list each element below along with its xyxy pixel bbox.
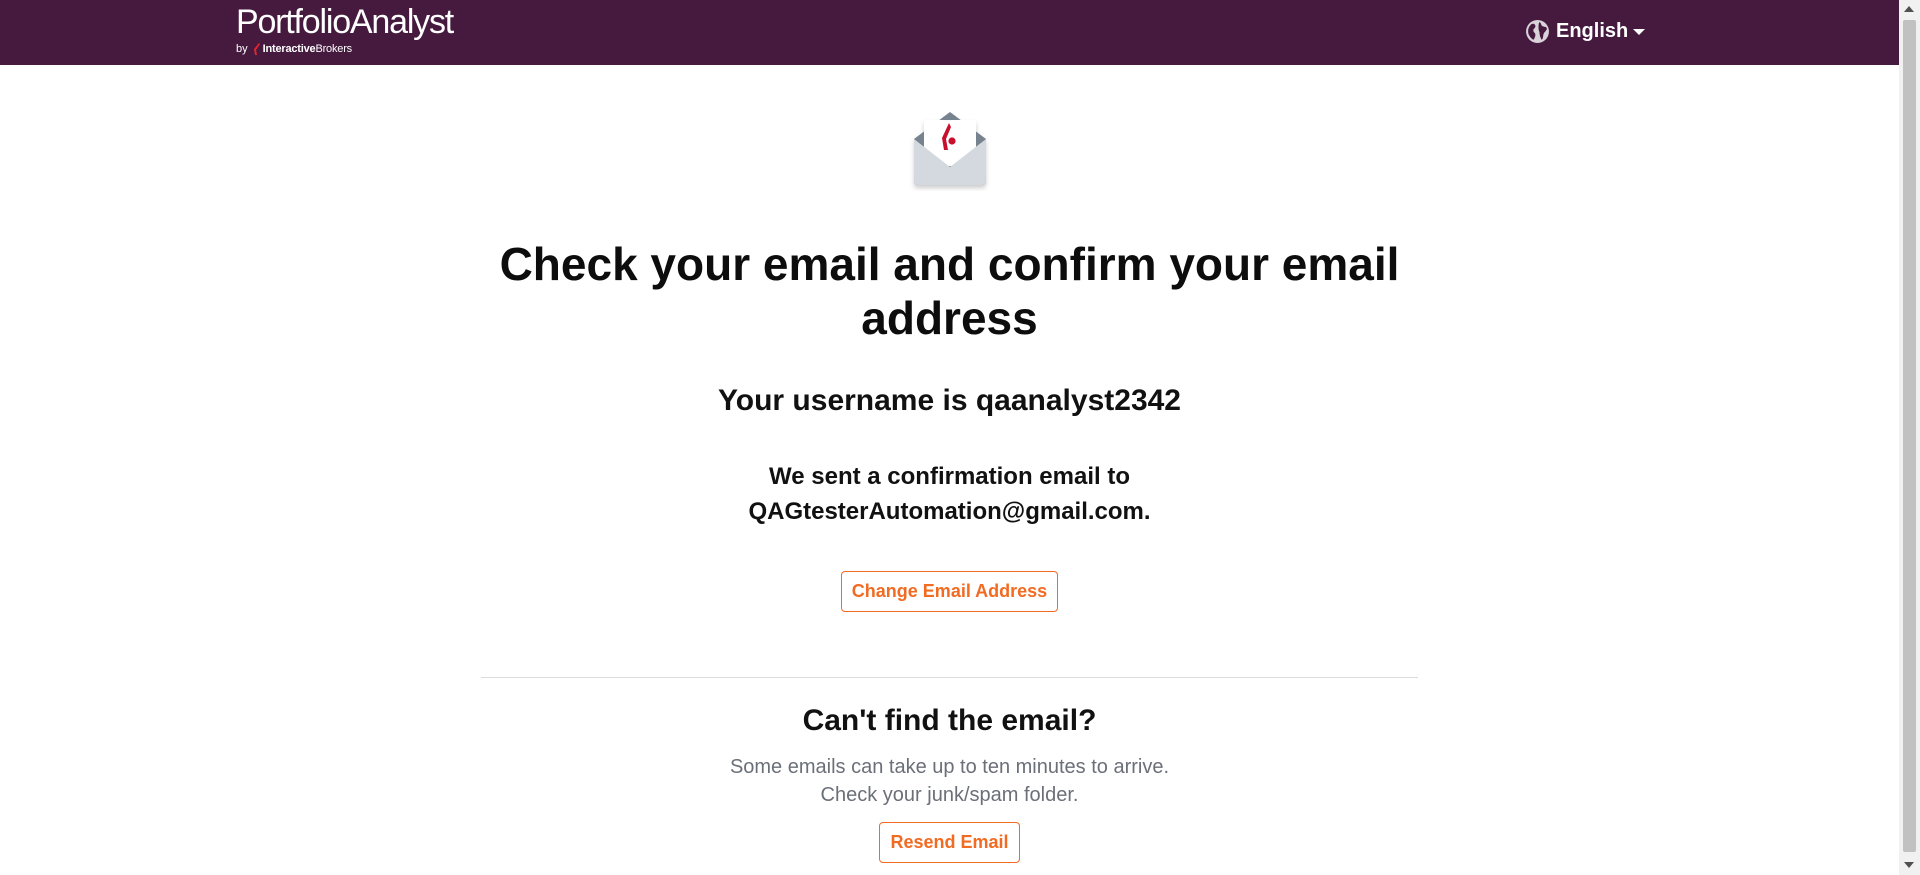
confirmation-sent-text: We sent a confirmation email to QAGteste…: [481, 459, 1418, 529]
change-email-button[interactable]: Change Email Address: [841, 571, 1058, 612]
caret-down-icon: [1633, 29, 1646, 35]
brand-name: PortfolioAnalyst: [236, 3, 454, 41]
cant-find-heading: Can't find the email?: [802, 704, 1097, 737]
brand-brokers: Brokers: [315, 43, 352, 55]
brand-logo[interactable]: PortfolioAnalyst by Interactive Brokers: [236, 3, 454, 56]
resend-email-button[interactable]: Resend Email: [879, 822, 1020, 863]
scroll-down-arrow-icon[interactable]: [1904, 862, 1914, 868]
sent-email-address: QAGtesterAutomation@gmail.com.: [748, 498, 1151, 525]
confirmation-panel: Check your email and confirm your email …: [481, 65, 1418, 875]
envelope-open-icon: [909, 111, 991, 191]
divider: [481, 677, 1418, 678]
language-label: English: [1556, 19, 1629, 42]
globe-icon: [1526, 19, 1549, 43]
brand-interactive: Interactive: [262, 43, 316, 55]
scroll-up-arrow-icon[interactable]: [1904, 6, 1914, 12]
top-navbar: PortfolioAnalyst by Interactive Brokers E…: [0, 0, 1899, 65]
help-line-2: Check your junk/spam folder.: [820, 784, 1079, 806]
brand-by: by: [236, 43, 248, 55]
language-selector[interactable]: English: [1525, 16, 1646, 46]
vertical-scrollbar[interactable]: [1899, 0, 1920, 875]
sent-line-1: We sent a confirmation email to: [769, 463, 1130, 490]
username-text: Your username is qaanalyst2342: [717, 384, 1181, 417]
interactive-brokers-logo-icon: [253, 43, 260, 55]
help-text: Some emails can take up to ten minutes t…: [481, 753, 1418, 809]
brand-subtitle: by Interactive Brokers: [236, 42, 453, 56]
page-title: Check your email and confirm your email …: [499, 238, 1400, 344]
help-line-1: Some emails can take up to ten minutes t…: [729, 756, 1170, 778]
page: PortfolioAnalyst by Interactive Brokers E…: [0, 0, 1899, 875]
scrollbar-thumb[interactable]: [1903, 20, 1916, 852]
